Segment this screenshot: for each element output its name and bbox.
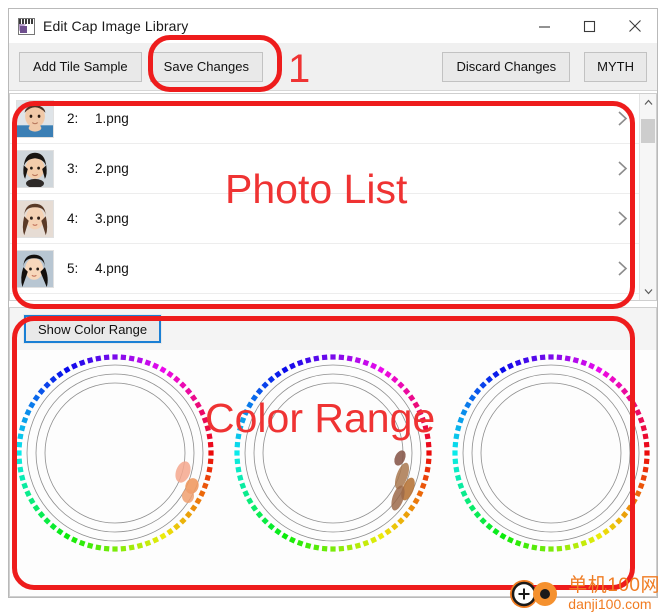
photo-list[interactable]: 2: 1.png 3: 2.png 4: 3.png 5: 4.png: [10, 94, 639, 300]
list-item-index: 5:: [67, 261, 79, 276]
color-wheel-1[interactable]: [12, 346, 218, 561]
scroll-down-icon[interactable]: [640, 283, 656, 300]
show-color-range-button[interactable]: Show Color Range: [22, 314, 163, 344]
window-title: Edit Cap Image Library: [43, 18, 189, 34]
photo-thumbnail: [16, 249, 54, 288]
chevron-right-icon[interactable]: [605, 260, 639, 277]
photo-list-panel: 2: 1.png 3: 2.png 4: 3.png 5: 4.png: [9, 93, 657, 301]
window-controls: [522, 9, 657, 43]
main-toolbar: Add Tile Sample Save Changes Discard Cha…: [9, 43, 657, 91]
color-wheel-3[interactable]: [448, 346, 654, 561]
image-library-icon: [18, 17, 35, 35]
list-item-index: 3:: [67, 161, 79, 176]
list-item[interactable]: 4: 3.png: [10, 194, 639, 244]
title-bar: Edit Cap Image Library: [9, 9, 657, 43]
myth-button[interactable]: MYTH: [584, 51, 647, 82]
list-item-name: 1.png: [95, 111, 129, 126]
color-wheel-2[interactable]: [230, 346, 436, 561]
color-wheels-container: [10, 350, 656, 596]
list-item-index: 2:: [67, 111, 79, 126]
save-changes-button[interactable]: Save Changes: [149, 51, 263, 82]
photo-thumbnail: [16, 149, 54, 188]
application-window: Edit Cap Image Library Add Tile Sample S…: [8, 8, 658, 598]
discard-changes-button[interactable]: Discard Changes: [442, 51, 571, 82]
list-item-index: 4:: [67, 211, 79, 226]
photo-list-scrollbar[interactable]: [639, 94, 656, 300]
chevron-right-icon[interactable]: [605, 160, 639, 177]
list-item[interactable]: 3: 2.png: [10, 144, 639, 194]
maximize-icon[interactable]: [567, 9, 612, 43]
minimize-icon[interactable]: [522, 9, 567, 43]
scrollbar-thumb[interactable]: [641, 119, 655, 143]
photo-thumbnail: [16, 199, 54, 238]
color-panel-toolbar: Show Color Range: [10, 308, 656, 350]
list-item-name: 2.png: [95, 161, 129, 176]
list-item[interactable]: 2: 1.png: [10, 94, 639, 144]
color-range-panel: Show Color Range: [9, 307, 657, 597]
scrollbar-track[interactable]: [640, 111, 656, 283]
watermark-en: danji100.com: [568, 596, 652, 612]
list-item-name: 3.png: [95, 211, 129, 226]
scroll-up-icon[interactable]: [640, 94, 656, 111]
add-tile-sample-button[interactable]: Add Tile Sample: [19, 51, 142, 82]
list-item-name: 4.png: [95, 261, 129, 276]
photo-thumbnail: [16, 99, 54, 138]
chevron-right-icon[interactable]: [605, 210, 639, 227]
chevron-right-icon[interactable]: [605, 110, 639, 127]
list-item[interactable]: 5: 4.png: [10, 244, 639, 294]
close-icon[interactable]: [612, 9, 657, 43]
